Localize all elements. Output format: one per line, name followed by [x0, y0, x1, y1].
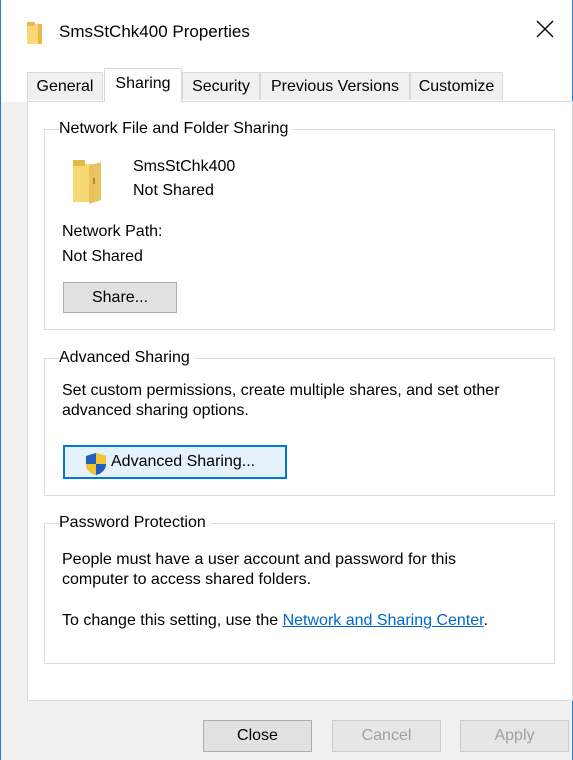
advanced-sharing-description-2: advanced sharing options.: [62, 402, 249, 419]
password-protection-legend: Password Protection: [59, 514, 210, 532]
folder-name: SmsStChk400: [133, 158, 236, 175]
apply-button[interactable]: Apply: [460, 720, 569, 752]
advanced-sharing-legend: Advanced Sharing: [59, 349, 194, 367]
network-sharing-legend: Network File and Folder Sharing: [59, 120, 293, 138]
password-description-2: computer to access shared folders.: [62, 571, 312, 588]
password-protection-group: [44, 523, 555, 664]
tab-general[interactable]: General: [27, 72, 103, 100]
tab-security[interactable]: Security: [182, 72, 260, 100]
window-title: SmsStChk400 Properties: [59, 22, 250, 41]
password-description-1: People must have a user account and pass…: [62, 551, 456, 568]
network-sharing-center-link[interactable]: Network and Sharing Center: [283, 612, 484, 629]
network-path-label: Network Path:: [62, 223, 163, 240]
advanced-sharing-description-1: Set custom permissions, create multiple …: [62, 382, 500, 399]
shared-folder-icon: [71, 160, 105, 209]
folder-icon: [27, 22, 45, 44]
close-button[interactable]: Close: [203, 720, 312, 752]
network-path-value: Not Shared: [62, 248, 143, 265]
advanced-sharing-button[interactable]: Advanced Sharing...: [63, 445, 287, 479]
close-window-button[interactable]: [528, 14, 562, 48]
tab-previous-versions[interactable]: Previous Versions: [260, 72, 410, 100]
advanced-sharing-button-label: Advanced Sharing...: [111, 453, 256, 470]
change-setting-suffix: .: [483, 612, 489, 629]
cancel-button[interactable]: Cancel: [332, 720, 441, 752]
tab-sharing[interactable]: Sharing: [104, 68, 182, 102]
properties-dialog: SmsStChk400 Properties General Sharing S…: [0, 0, 573, 760]
title-bar[interactable]: SmsStChk400 Properties: [1, 0, 572, 64]
uac-shield-icon: [85, 452, 107, 487]
share-status: Not Shared: [133, 182, 214, 199]
share-button[interactable]: Share...: [63, 282, 177, 313]
change-setting-line: To change this setting, use the Network …: [62, 612, 488, 630]
close-icon: [536, 20, 554, 43]
change-setting-prefix: To change this setting, use the: [62, 612, 283, 629]
tab-customize[interactable]: Customize: [410, 72, 503, 100]
